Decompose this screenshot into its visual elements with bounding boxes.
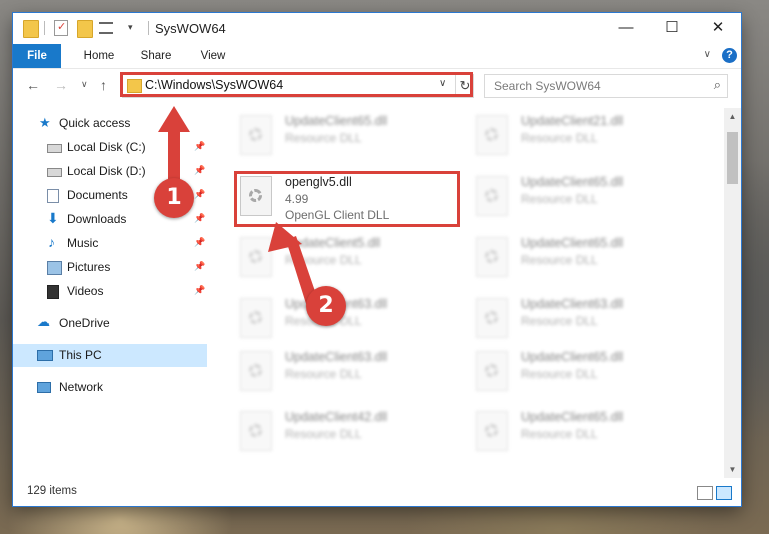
annotation-arrows [158, 106, 318, 310]
step-2-badge: 2 [306, 286, 346, 326]
step-1-badge: 1 [154, 178, 194, 218]
arrow-1-head [158, 106, 190, 132]
arrow-1-shaft [168, 126, 180, 186]
